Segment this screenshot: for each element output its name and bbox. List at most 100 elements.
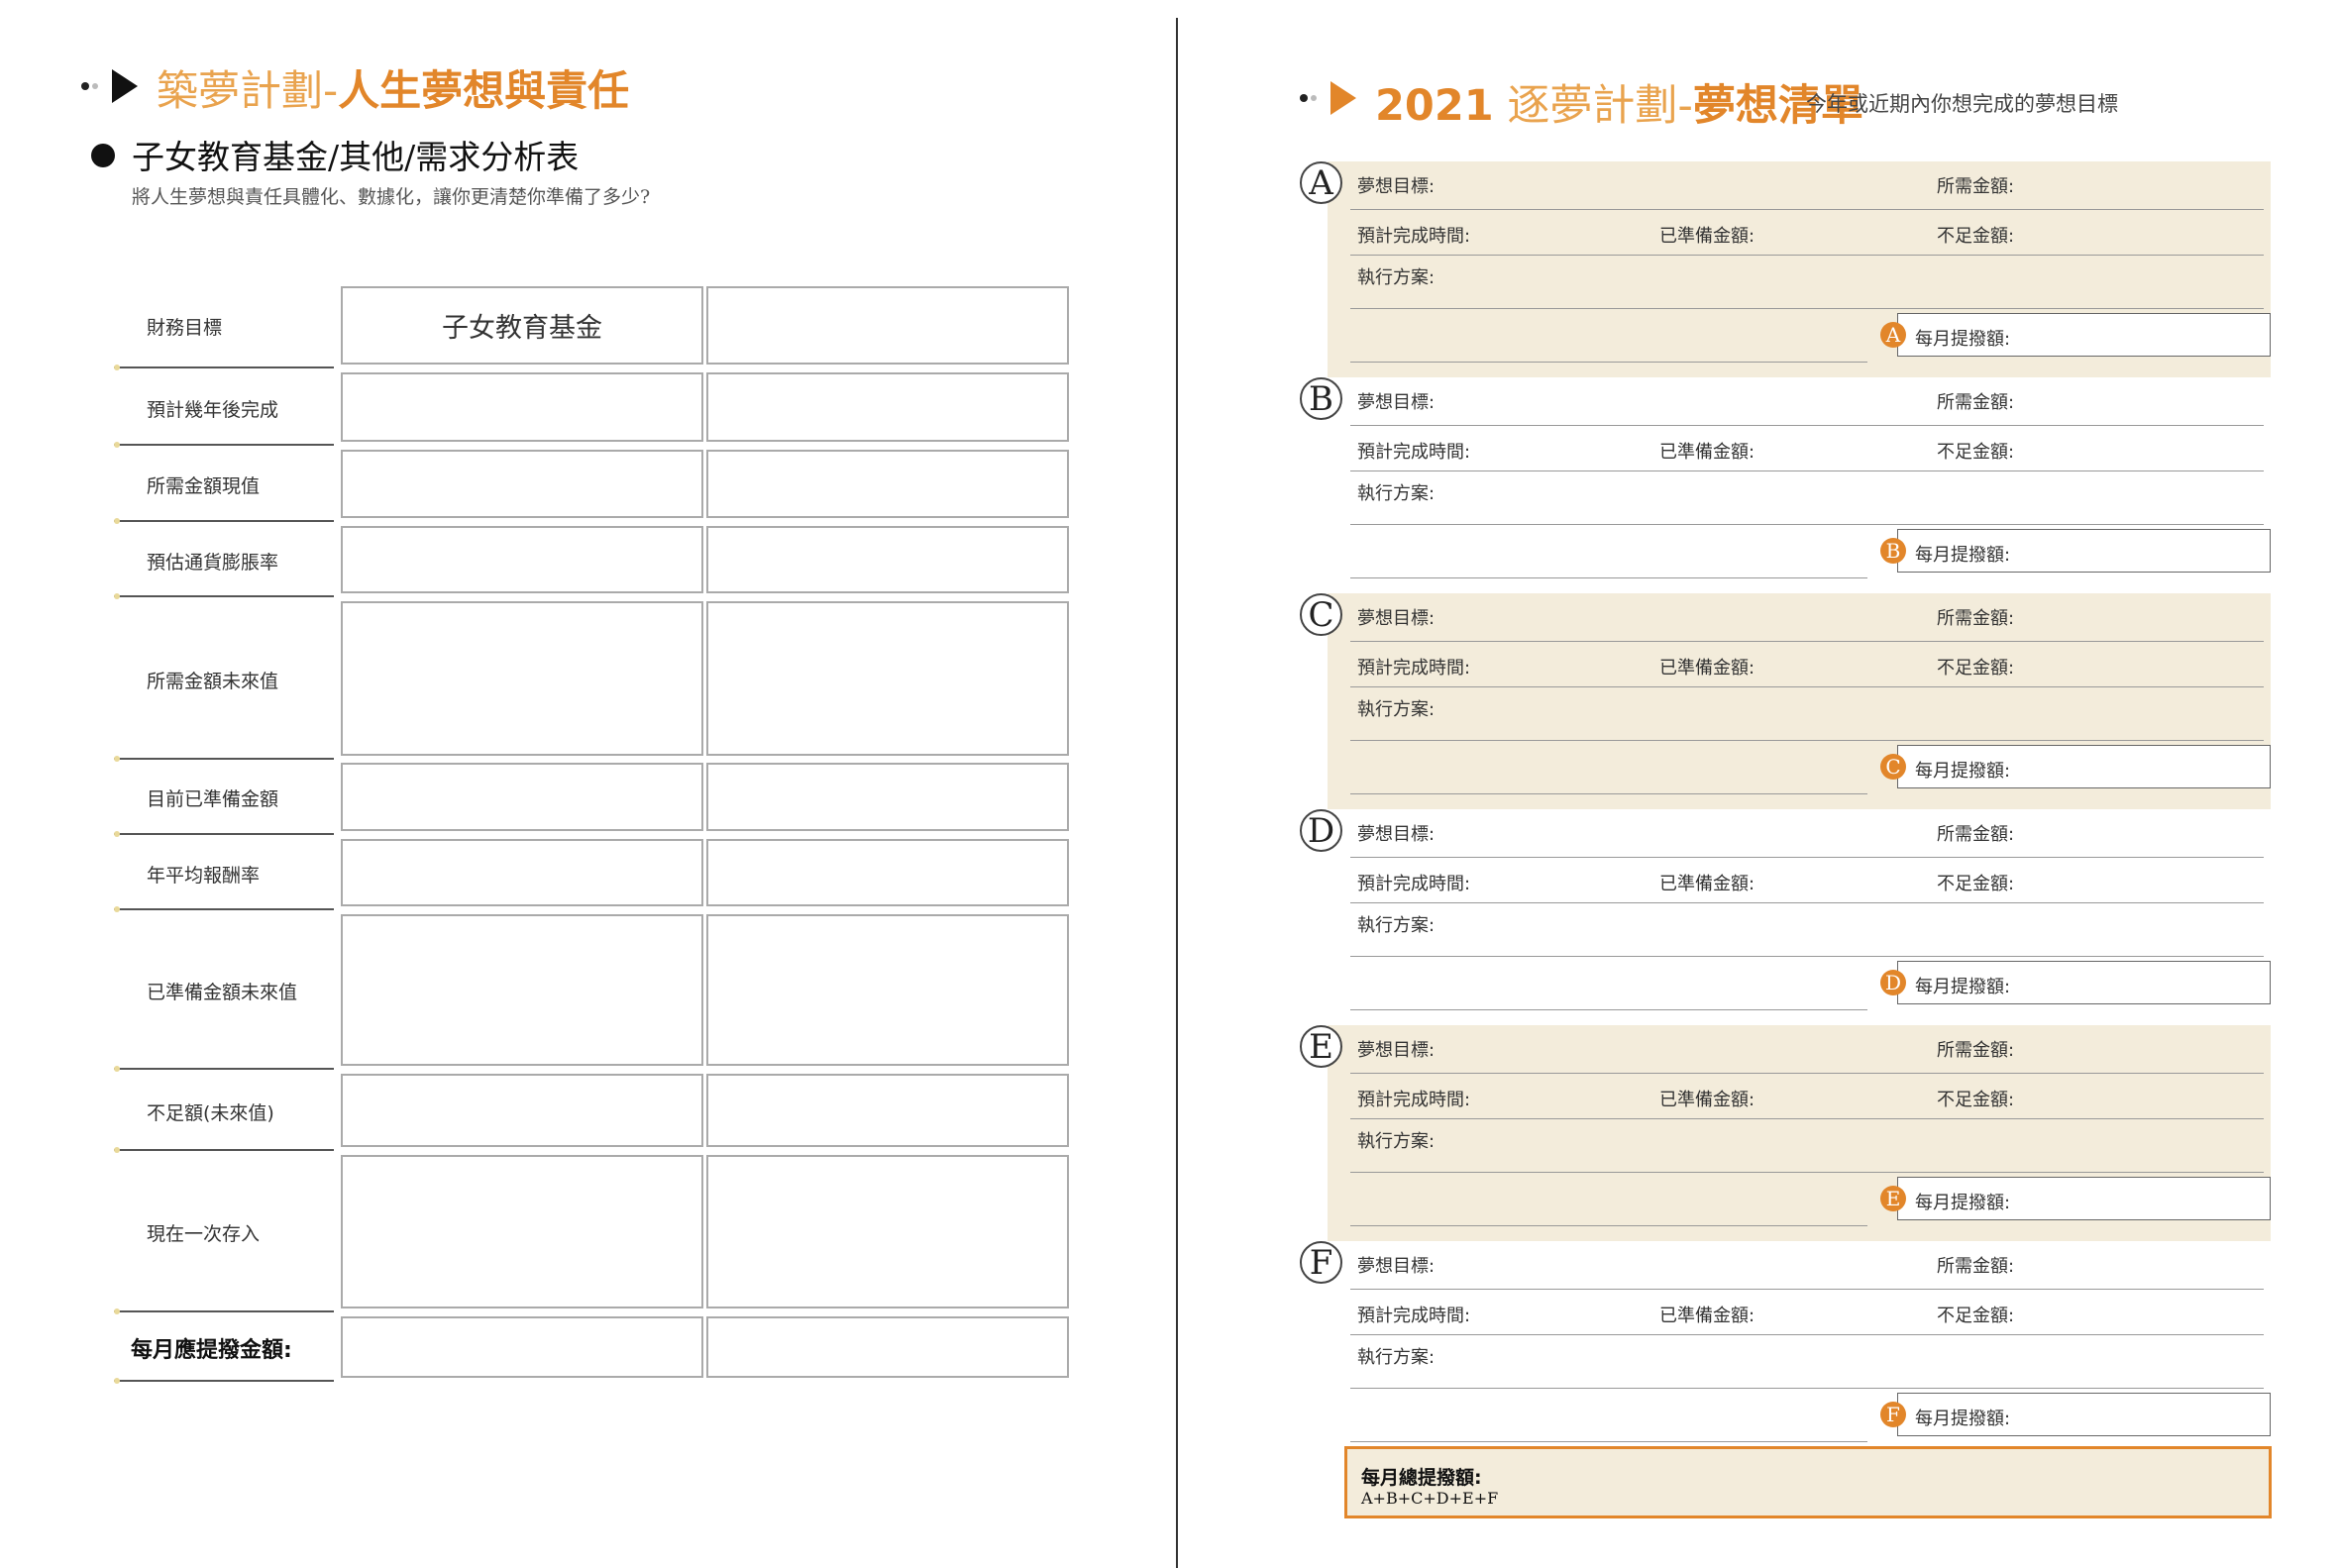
prepared-field[interactable]: 已準備金額: xyxy=(1659,870,1755,895)
input-cell-col2[interactable] xyxy=(706,286,1069,365)
input-cell-col2[interactable] xyxy=(706,1316,1069,1378)
input-cell-col2[interactable] xyxy=(706,914,1069,1066)
prepared-field[interactable]: 已準備金額: xyxy=(1659,1302,1755,1327)
triangle-icon xyxy=(112,69,138,103)
plan-field[interactable]: 執行方案: xyxy=(1357,1343,1435,1369)
time-field[interactable]: 預計完成時間: xyxy=(1357,654,1470,679)
row-dot xyxy=(114,593,120,599)
field-line xyxy=(1350,1073,2264,1074)
row-dot xyxy=(114,1147,120,1153)
input-cell-col2[interactable] xyxy=(706,601,1069,756)
input-cell-col1[interactable] xyxy=(341,914,703,1066)
goal-field[interactable]: 夢想目標: xyxy=(1357,604,1435,630)
row-label-text: 不足額(未來值) xyxy=(147,1101,274,1124)
input-cell-col1[interactable] xyxy=(341,1155,703,1308)
row-label: 不足額(未來值) xyxy=(114,1074,334,1153)
field-line xyxy=(1350,362,1867,363)
shortfall-field[interactable]: 不足金額: xyxy=(1937,222,2014,248)
input-cell-col1[interactable] xyxy=(341,839,703,906)
goal-field[interactable]: 夢想目標: xyxy=(1357,1036,1435,1062)
goal-field[interactable]: 夢想目標: xyxy=(1357,820,1435,846)
monthly-label: 每月提撥額: xyxy=(1915,1193,2011,1213)
row-label-text: 目前已準備金額 xyxy=(147,788,279,810)
shortfall-field[interactable]: 不足金額: xyxy=(1937,1086,2014,1111)
time-field[interactable]: 預計完成時間: xyxy=(1357,1302,1470,1327)
input-cell-col2[interactable] xyxy=(706,763,1069,831)
plan-field[interactable]: 執行方案: xyxy=(1357,1127,1435,1153)
required-field[interactable]: 所需金額: xyxy=(1937,604,2014,630)
row-dot xyxy=(114,518,120,524)
field-line xyxy=(1350,308,2264,309)
input-cell-col1[interactable] xyxy=(341,763,703,831)
plan-field[interactable]: 執行方案: xyxy=(1357,911,1435,937)
input-cell-col1[interactable]: 子女教育基金 xyxy=(341,286,703,365)
row-label-text: 現在一次存入 xyxy=(147,1223,261,1245)
shortfall-field[interactable]: 不足金額: xyxy=(1937,438,2014,464)
required-field[interactable]: 所需金額: xyxy=(1937,388,2014,414)
input-cell-col2[interactable] xyxy=(706,450,1069,518)
input-cell-col2[interactable] xyxy=(706,526,1069,593)
dream-block: F 夢想目標: 所需金額: 預計完成時間: 已準備金額: 不足金額: 執行方案: F 每月提撥額… xyxy=(1300,1241,2271,1457)
input-cell-col2[interactable] xyxy=(706,839,1069,906)
field-line xyxy=(1350,255,2264,256)
row-dot xyxy=(114,906,120,912)
row-label: 所需金額未來值 xyxy=(114,601,334,762)
row-label-text: 所需金額現值 xyxy=(147,475,261,497)
shortfall-field[interactable]: 不足金額: xyxy=(1937,1302,2014,1327)
marker-dot xyxy=(92,83,98,89)
prepared-field[interactable]: 已準備金額: xyxy=(1659,1086,1755,1111)
field-line xyxy=(1350,577,1867,578)
plan-field[interactable]: 執行方案: xyxy=(1357,263,1435,289)
goal-field[interactable]: 夢想目標: xyxy=(1357,1252,1435,1278)
letter-badge: A xyxy=(1880,322,1906,348)
prepared-field[interactable]: 已準備金額: xyxy=(1659,222,1755,248)
goal-field[interactable]: 夢想目標: xyxy=(1357,388,1435,414)
section-marker-right xyxy=(1300,81,1356,115)
marker-dot xyxy=(1300,94,1308,102)
required-field[interactable]: 所需金額: xyxy=(1937,172,2014,198)
shortfall-field[interactable]: 不足金額: xyxy=(1937,654,2014,679)
input-cell-col1[interactable] xyxy=(341,372,703,442)
required-field[interactable]: 所需金額: xyxy=(1937,1036,2014,1062)
field-line xyxy=(1350,1225,1867,1226)
input-cell-col2[interactable] xyxy=(706,1074,1069,1147)
input-cell-col1[interactable] xyxy=(341,601,703,756)
table-row: 預估通貨膨脹率 xyxy=(114,526,1069,599)
row-label-text: 年平均報酬率 xyxy=(147,864,261,887)
input-cell-col1[interactable] xyxy=(341,1316,703,1378)
title-light: 逐夢計劃- xyxy=(1507,81,1693,131)
input-cell-col1[interactable] xyxy=(341,450,703,518)
input-cell-col2[interactable] xyxy=(706,1155,1069,1308)
goal-field[interactable]: 夢想目標: xyxy=(1357,172,1435,198)
table-row: 財務目標 子女教育基金 xyxy=(114,286,1069,370)
block-letter: D xyxy=(1300,809,1342,852)
field-line xyxy=(1350,1334,2264,1335)
field-line xyxy=(1350,641,2264,642)
plan-field[interactable]: 執行方案: xyxy=(1357,479,1435,505)
monthly-total-box[interactable]: 每月總提撥額: A+B+C+D+E+F xyxy=(1344,1446,2272,1518)
prepared-field[interactable]: 已準備金額: xyxy=(1659,654,1755,679)
time-field[interactable]: 預計完成時間: xyxy=(1357,438,1470,464)
row-label-text: 預估通貨膨脹率 xyxy=(147,551,279,574)
time-field[interactable]: 預計完成時間: xyxy=(1357,222,1470,248)
row-label: 已準備金額未來值 xyxy=(114,914,334,1072)
field-line xyxy=(1350,524,2264,525)
letter-badge: D xyxy=(1880,970,1906,995)
row-label: 預估通貨膨脹率 xyxy=(114,526,334,599)
letter-badge: E xyxy=(1880,1186,1906,1211)
time-field[interactable]: 預計完成時間: xyxy=(1357,870,1470,895)
field-line xyxy=(1350,470,2264,471)
input-cell-col2[interactable] xyxy=(706,372,1069,442)
required-field[interactable]: 所需金額: xyxy=(1937,820,2014,846)
time-field[interactable]: 預計完成時間: xyxy=(1357,1086,1470,1111)
required-field[interactable]: 所需金額: xyxy=(1937,1252,2014,1278)
input-cell-col1[interactable] xyxy=(341,1074,703,1147)
block-letter: C xyxy=(1300,593,1342,636)
plan-field[interactable]: 執行方案: xyxy=(1357,695,1435,721)
row-label-text: 已準備金額未來值 xyxy=(147,982,298,1003)
prepared-field[interactable]: 已準備金額: xyxy=(1659,438,1755,464)
row-label-text: 預計幾年後完成 xyxy=(147,398,279,421)
input-cell-col1[interactable] xyxy=(341,526,703,593)
shortfall-field[interactable]: 不足金額: xyxy=(1937,870,2014,895)
monthly-label: 每月提撥額: xyxy=(1915,977,2011,997)
